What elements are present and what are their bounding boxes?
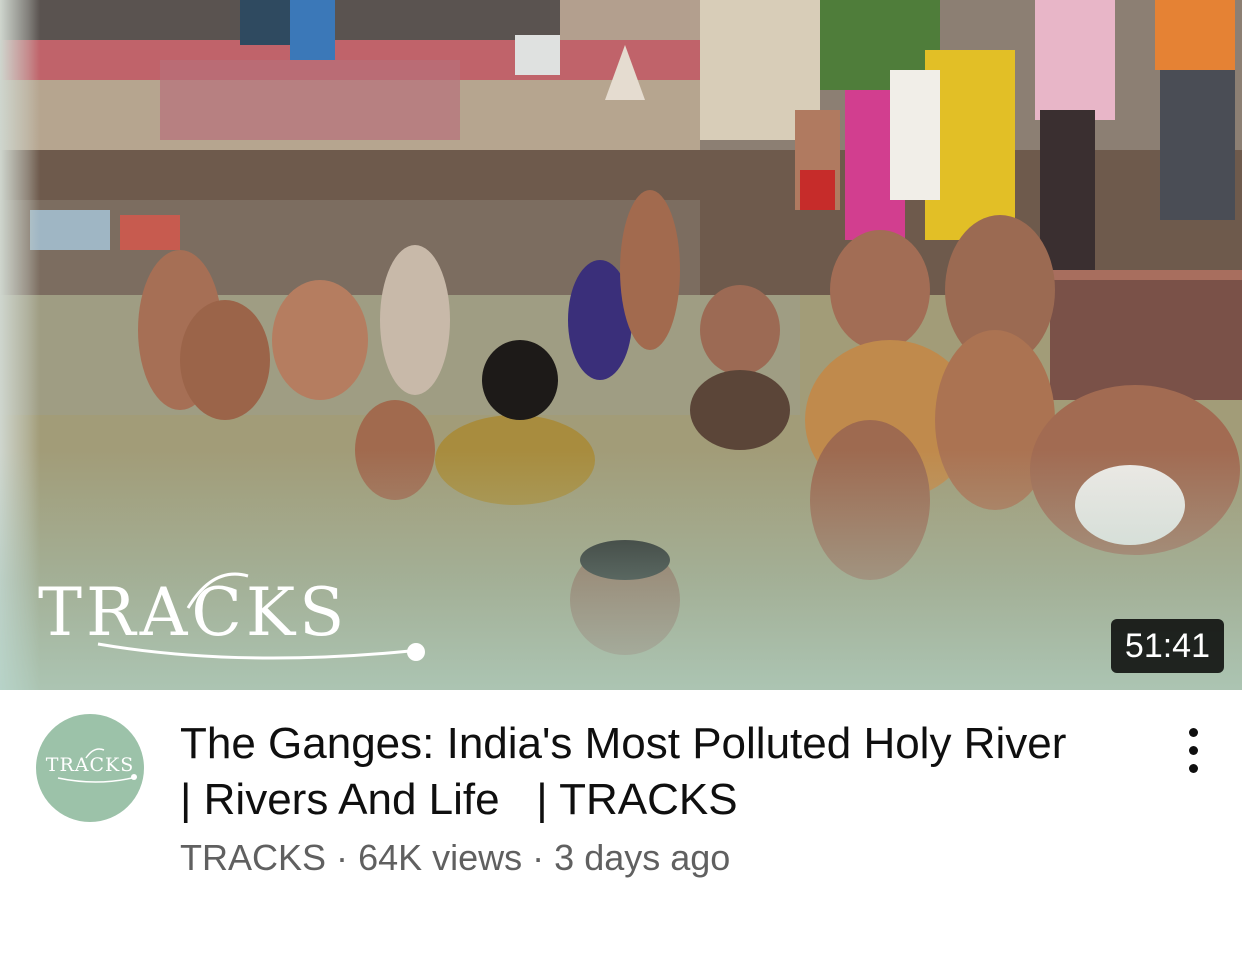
tracks-overlay-logo: TRACKS [38,556,438,666]
video-subline: TRACKS · 64K views · 3 days ago [180,836,730,880]
more-vertical-icon[interactable] [1172,720,1216,780]
channel-name[interactable]: TRACKS [180,837,326,878]
video-meta: TRACKS The Ganges: India's Most Polluted… [0,690,1242,953]
video-thumbnail[interactable]: TRACKS 51:41 [0,0,1242,690]
view-count: 64K views [358,837,523,878]
channel-avatar[interactable]: TRACKS [36,714,144,822]
tracks-logo-swoosh [97,572,425,661]
upload-age: 3 days ago [554,837,731,878]
separator: · [336,837,349,878]
separator: · [532,837,545,878]
video-title-line-2: | Rivers And Life | TRACKS [180,775,738,824]
video-title[interactable]: The Ganges: India's Most Polluted Holy R… [180,716,1160,828]
duration-badge: 51:41 [1110,619,1224,673]
video-title-line-1: The Ganges: India's Most Polluted Holy R… [180,719,1067,768]
video-card[interactable]: TRACKS 51:41 TRACKS The Ganges: India's … [0,0,1242,953]
avatar-swoosh [57,748,137,783]
